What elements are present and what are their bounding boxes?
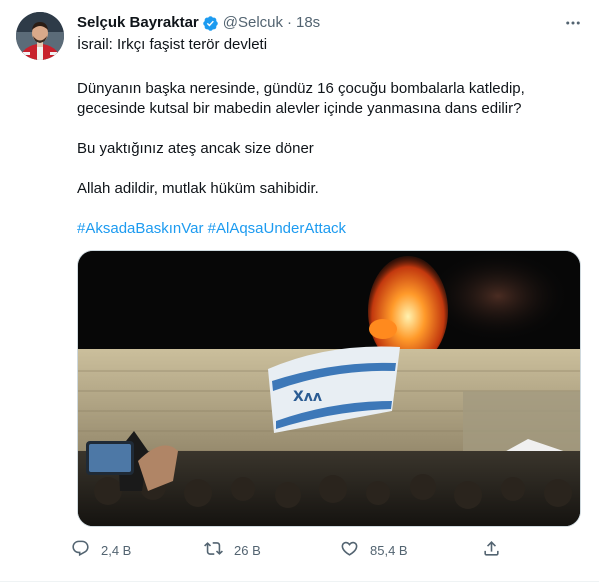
- retweet-button[interactable]: 26 B: [204, 538, 261, 562]
- tweet-header: Selçuk Bayraktar @Selcuk · 18s: [77, 13, 320, 33]
- tweet[interactable]: Selçuk Bayraktar @Selcuk · 18s İsrail: I…: [0, 0, 599, 582]
- retweet-icon: [204, 539, 223, 561]
- tweet-text-line: Allah adildir, mutlak hüküm sahibidir.: [77, 180, 319, 197]
- hashtag-link[interactable]: #AksadaBaskınVar: [77, 220, 203, 237]
- share-icon: [482, 539, 501, 561]
- more-icon[interactable]: [560, 10, 586, 36]
- author-handle[interactable]: @Selcuk: [223, 13, 283, 33]
- tweet-text-line: İsrail: Irkçı faşist terör devleti: [77, 36, 268, 53]
- avatar[interactable]: [16, 12, 64, 60]
- hashtag-line: #AksadaBaskınVar #AlAqsaUnderAttack: [77, 219, 577, 239]
- share-button[interactable]: [482, 538, 501, 562]
- tweet-text-line: gecesinde kutsal bir mabedin alevler içi…: [77, 100, 522, 117]
- like-button[interactable]: 85,4 B: [340, 538, 408, 562]
- tweet-actions: 2,4 B 26 B 85,4 B: [71, 538, 511, 562]
- tweet-text-line: Bu yaktığınız ateş ancak size döner: [77, 140, 314, 157]
- timestamp[interactable]: 18s: [296, 13, 320, 33]
- svg-text:Ⅹᴧᴧ: Ⅹᴧᴧ: [293, 389, 322, 405]
- like-count: 85,4 B: [370, 542, 408, 558]
- author-name[interactable]: Selçuk Bayraktar: [77, 13, 199, 33]
- hashtag-link[interactable]: #AlAqsaUnderAttack: [208, 220, 346, 237]
- verified-badge-icon: [202, 15, 219, 32]
- like-icon: [340, 539, 359, 561]
- retweet-count: 26 B: [234, 542, 261, 558]
- separator-dot: ·: [287, 14, 292, 31]
- reply-icon: [71, 539, 90, 561]
- tweet-text-line: Dünyanın başka neresinde, gündüz 16 çocu…: [77, 80, 525, 97]
- reply-count: 2,4 B: [101, 542, 132, 558]
- reply-button[interactable]: 2,4 B: [71, 538, 131, 562]
- tweet-video[interactable]: Ⅹᴧᴧ: [77, 250, 581, 527]
